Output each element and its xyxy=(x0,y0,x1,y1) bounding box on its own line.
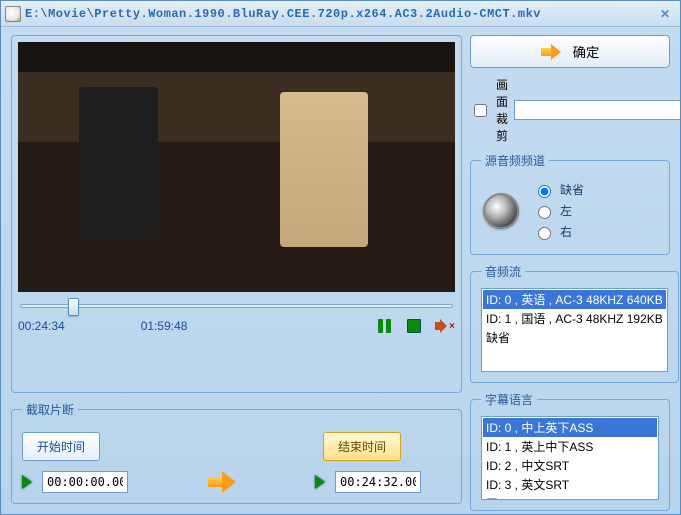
list-item[interactable]: ID: 0 , 中上英下ASS xyxy=(483,418,657,437)
end-time-button[interactable]: 结束时间 xyxy=(323,432,401,461)
stop-button[interactable] xyxy=(403,316,425,336)
crop-row: 画面裁剪 xyxy=(470,76,670,144)
list-item[interactable]: 缺省 xyxy=(483,328,666,347)
audio-stream-list[interactable]: ID: 0 , 英语 , AC-3 48KHZ 640KBID: 1 , 国语 … xyxy=(481,288,668,372)
list-item[interactable]: ID: 1 , 英上中下ASS xyxy=(483,437,657,456)
audio-channel-right[interactable]: 右 xyxy=(533,223,584,240)
clip-group: 截取片断 开始时间 结束时间 xyxy=(11,401,462,504)
current-time: 00:24:34 xyxy=(18,319,65,333)
radio-right[interactable] xyxy=(538,227,551,240)
stop-icon xyxy=(407,319,421,333)
list-item[interactable]: ID: 1 , 国语 , AC-3 48KHZ 192KB xyxy=(483,309,666,328)
radio-default[interactable] xyxy=(538,185,551,198)
titlebar: E:\Movie\Pretty.Woman.1990.BluRay.CEE.72… xyxy=(1,1,680,27)
seek-thumb[interactable] xyxy=(68,298,79,316)
ok-button[interactable]: 确定 xyxy=(470,35,670,68)
audio-channel-left[interactable]: 左 xyxy=(533,202,584,219)
audio-stream-legend: 音频流 xyxy=(481,263,525,280)
end-time-input[interactable] xyxy=(335,471,421,493)
subtitle-list[interactable]: ID: 0 , 中上英下ASSID: 1 , 英上中下ASSID: 2 , 中文… xyxy=(481,416,659,500)
pause-icon xyxy=(378,319,391,333)
audio-stream-group: 音频流 ID: 0 , 英语 , AC-3 48KHZ 640KBID: 1 ,… xyxy=(470,263,679,383)
speaker-icon xyxy=(483,193,519,229)
crop-input[interactable] xyxy=(514,100,681,120)
close-icon[interactable]: ✕ xyxy=(654,5,676,23)
start-time-button[interactable]: 开始时间 xyxy=(22,432,100,461)
ok-label: 确定 xyxy=(573,42,600,61)
video-frame-placeholder xyxy=(18,42,455,292)
pause-button[interactable] xyxy=(373,316,395,336)
clip-legend: 截取片断 xyxy=(22,401,78,418)
list-item[interactable]: 无 xyxy=(483,494,657,500)
range-arrow-icon xyxy=(208,471,236,493)
window-title: E:\Movie\Pretty.Woman.1990.BluRay.CEE.72… xyxy=(25,7,650,21)
video-preview[interactable] xyxy=(18,42,455,292)
audio-channel-group: 源音频频道 缺省 左 右 xyxy=(470,152,670,255)
audio-channel-default[interactable]: 缺省 xyxy=(533,181,584,198)
start-time-input[interactable] xyxy=(42,471,128,493)
total-duration: 01:59:48 xyxy=(141,319,188,333)
subtitle-legend: 字幕语言 xyxy=(481,391,537,408)
seek-slider[interactable] xyxy=(20,304,453,308)
crop-label: 画面裁剪 xyxy=(496,76,508,144)
list-item[interactable]: ID: 3 , 英文SRT xyxy=(483,475,657,494)
subtitle-group: 字幕语言 ID: 0 , 中上英下ASSID: 1 , 英上中下ASSID: 2… xyxy=(470,391,670,511)
list-item[interactable]: ID: 2 , 中文SRT xyxy=(483,456,657,475)
speaker-mute-icon: × xyxy=(435,319,453,333)
play-end-icon[interactable] xyxy=(315,475,325,489)
list-item[interactable]: ID: 0 , 英语 , AC-3 48KHZ 640KB xyxy=(483,290,666,309)
player-panel: 00:24:34 01:59:48 × xyxy=(11,35,462,393)
app-icon xyxy=(5,6,21,22)
radio-left[interactable] xyxy=(538,206,551,219)
app-window: E:\Movie\Pretty.Woman.1990.BluRay.CEE.72… xyxy=(0,0,681,515)
mute-button[interactable]: × xyxy=(433,316,455,336)
play-start-icon[interactable] xyxy=(22,475,32,489)
audio-channel-legend: 源音频频道 xyxy=(481,152,549,169)
arrow-right-icon xyxy=(541,44,563,60)
crop-checkbox[interactable] xyxy=(474,104,487,117)
